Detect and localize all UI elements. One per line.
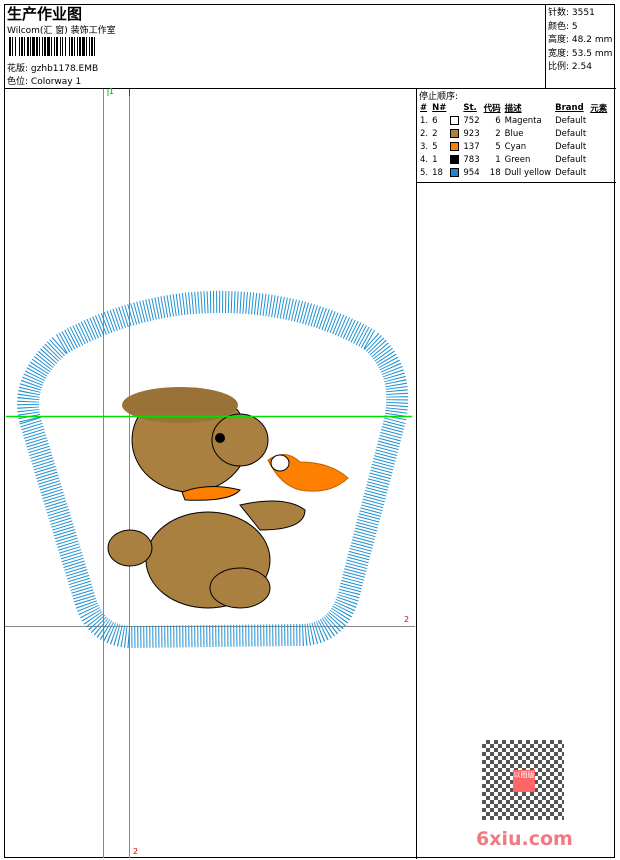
design-canvas <box>5 89 415 858</box>
bear-leg <box>209 567 271 609</box>
marker-top: 1 <box>109 87 115 96</box>
bear-embroidery <box>107 387 349 609</box>
bear-foot <box>107 529 153 567</box>
production-worksheet: 生产作业图 Wilcom(汇 窗) 装饰工作室 花版: gzhb1178.EMB… <box>0 0 620 860</box>
stamp-logo: 以图版 <box>513 770 535 792</box>
marker-right: 2 <box>404 615 410 624</box>
qr-code: 以图版 <box>482 740 564 820</box>
bear-eye <box>215 433 225 443</box>
watermark-site: 6xiu.com <box>476 828 573 850</box>
bear-ear <box>122 387 238 423</box>
marker-bottom: 2 <box>133 847 139 856</box>
bird-head <box>270 454 290 472</box>
